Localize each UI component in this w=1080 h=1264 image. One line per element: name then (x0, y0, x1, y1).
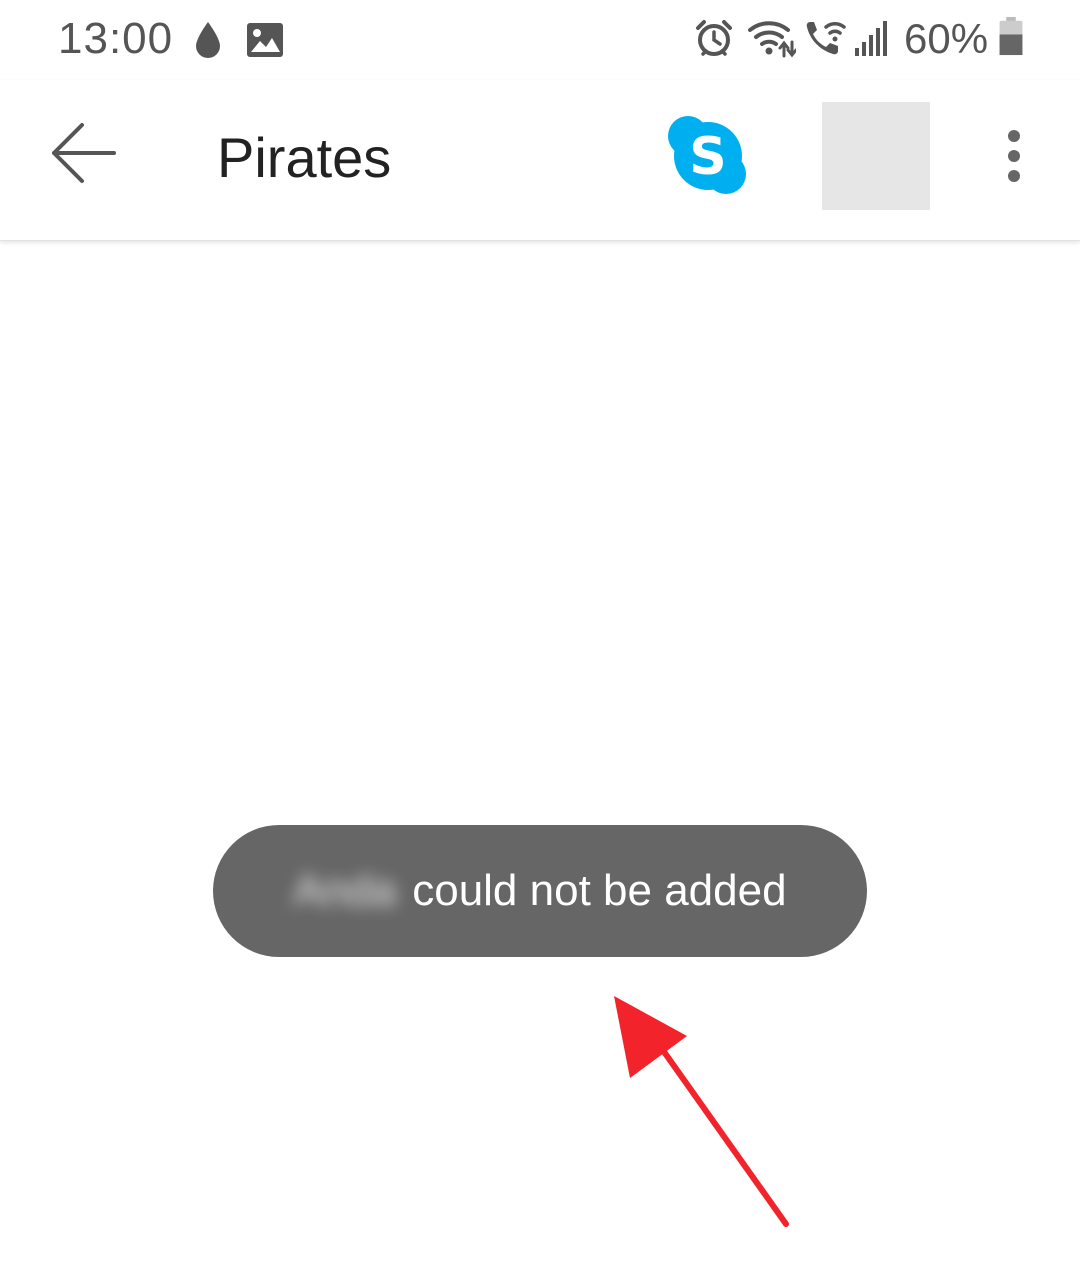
more-vertical-icon (1008, 130, 1020, 182)
skype-icon: S (668, 116, 746, 194)
alarm-icon (696, 20, 732, 56)
toast-notification: Anda could not be added (213, 825, 867, 957)
status-bar: 13:00 60% (0, 0, 1080, 80)
battery-percent: 60% (904, 15, 989, 62)
wifi-icon (748, 21, 796, 58)
wifi-calling-icon (806, 22, 846, 55)
screen: 13:00 60% Pirates S Anda could not be ad… (0, 0, 1080, 1264)
skype-call-button[interactable]: S (664, 112, 752, 200)
arrow-back-icon (52, 123, 116, 183)
image-icon (247, 23, 283, 57)
app-bar: Pirates S (0, 80, 1080, 241)
page-title: Pirates (217, 126, 392, 189)
droplet-icon (196, 22, 220, 58)
status-time: 13:00 (58, 14, 174, 63)
toast-contact-name: Anda (293, 866, 397, 915)
toast-message: could not be added (412, 866, 787, 915)
back-button[interactable] (40, 115, 130, 195)
battery-icon (999, 16, 1023, 56)
svg-text:S: S (689, 127, 726, 187)
signal-icon (855, 21, 887, 56)
more-options-button[interactable] (990, 120, 1038, 196)
avatar[interactable] (822, 102, 930, 210)
